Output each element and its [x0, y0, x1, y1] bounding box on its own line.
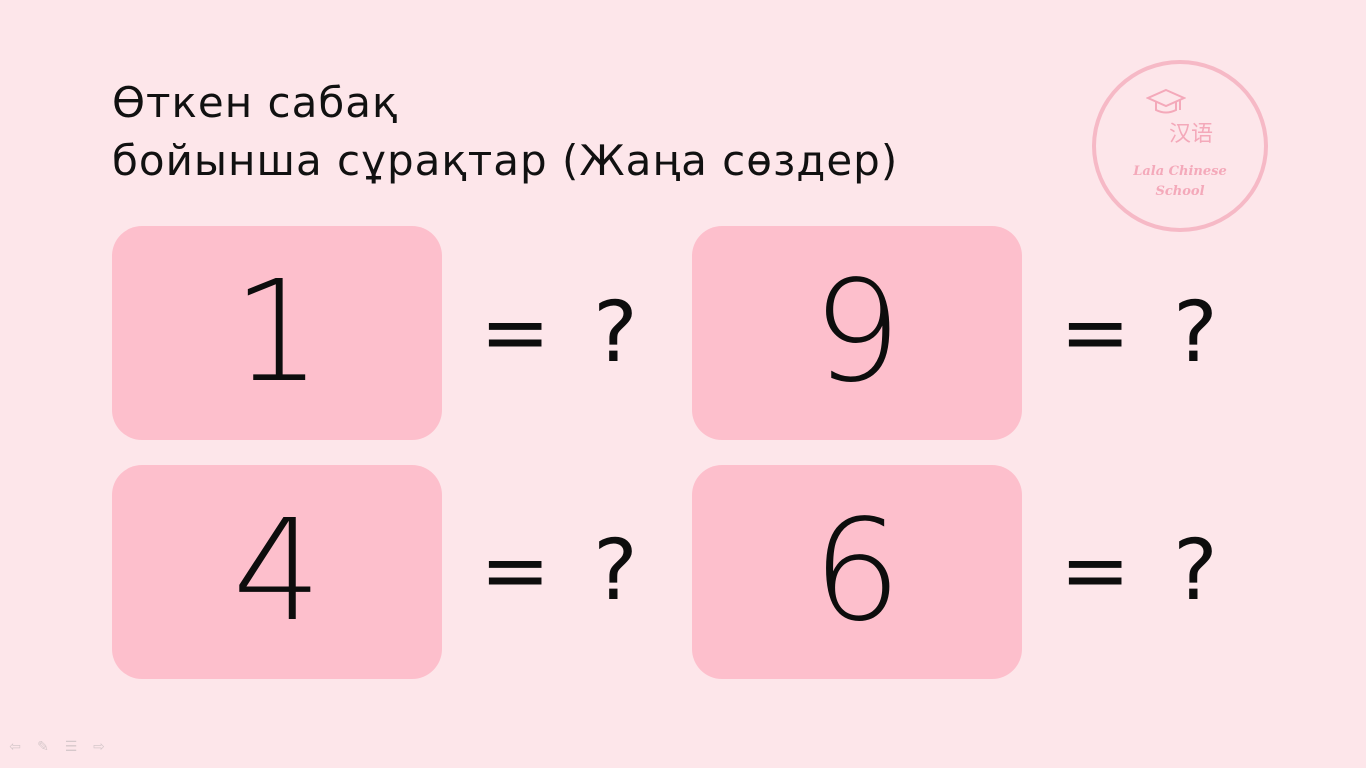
graduation-cap-icon — [1146, 88, 1186, 114]
arrow-right-icon[interactable]: ⇨ — [90, 738, 108, 756]
arrow-left-icon[interactable]: ⇦ — [6, 738, 24, 756]
card-number: 1 — [232, 251, 322, 414]
logo-name-line-1: Lala Chinese — [1133, 164, 1227, 179]
slide-title: Өткен сабақ бойынша сұрақтар (Жаңа сөзде… — [112, 74, 898, 190]
slide: Өткен сабақ бойынша сұрақтар (Жаңа сөзде… — [0, 0, 1366, 768]
number-card-1: 1 — [112, 226, 442, 440]
equals-question: = ? — [480, 283, 646, 381]
school-logo: 汉语 Lala Chinese School — [1092, 60, 1268, 232]
card-number: 9 — [812, 251, 902, 414]
slide-title-line-2: бойынша сұрақтар (Жаңа сөздер) — [112, 136, 899, 185]
equals-question: = ? — [1060, 521, 1226, 619]
logo-name-line-2: School — [1155, 184, 1205, 199]
slide-title-line-1: Өткен сабақ — [112, 78, 399, 127]
equals-question: = ? — [480, 521, 646, 619]
slideshow-toolbar: ⇦ ✎ ☰ ⇨ — [6, 738, 108, 756]
logo-hanzi: 汉语 — [1168, 122, 1213, 147]
number-card-4: 4 — [112, 465, 442, 679]
equals-question: = ? — [1060, 283, 1226, 381]
card-number: 6 — [812, 490, 902, 653]
pen-icon[interactable]: ✎ — [34, 738, 52, 756]
number-card-9: 9 — [692, 226, 1022, 440]
menu-icon[interactable]: ☰ — [62, 738, 80, 756]
card-number: 4 — [232, 490, 322, 653]
number-card-6: 6 — [692, 465, 1022, 679]
logo-name: Lala Chinese School — [1096, 162, 1264, 202]
